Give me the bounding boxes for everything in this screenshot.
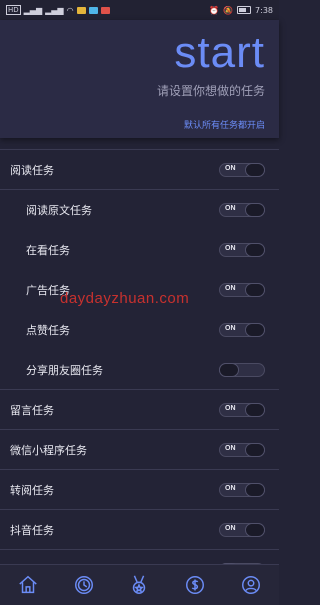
toggle-knob <box>245 283 265 297</box>
task-toggle[interactable]: ON <box>219 203 265 217</box>
task-row: 抖音任务 ON <box>0 512 279 548</box>
toggle-knob <box>219 363 239 377</box>
row-divider <box>0 549 279 550</box>
task-row: 微信小程序任务 ON <box>0 432 279 468</box>
toggle-knob <box>245 243 265 257</box>
app-icon <box>76 6 86 14</box>
task-row: 阅读原文任务 ON <box>0 192 279 228</box>
row-divider <box>0 429 279 430</box>
alarm-icon: ⏰ <box>209 5 220 15</box>
page-title: start <box>174 28 265 77</box>
toggle-label: ON <box>225 485 236 492</box>
status-time: 7:38 <box>255 5 273 15</box>
hd-icon: HD <box>6 5 21 15</box>
toggle-label: ON <box>225 285 236 292</box>
medal-icon <box>133 575 146 594</box>
task-toggle[interactable]: ON <box>219 283 265 297</box>
task-toggle[interactable]: ON <box>219 403 265 417</box>
task-row: 阅读任务 ON <box>0 152 279 188</box>
task-toggle[interactable]: ON <box>219 243 265 257</box>
toggle-knob <box>245 323 265 337</box>
toggle-label: ON <box>225 245 236 252</box>
task-list: 关注任务ON阅读任务ON阅读原文任务ON在看任务ON广告任务ON点赞任务ON分享… <box>0 128 279 564</box>
tab-clock[interactable] <box>70 571 98 599</box>
tab-bar <box>0 564 279 605</box>
home-icon <box>19 575 37 594</box>
task-row: 抖音广告任务 <box>0 552 279 564</box>
task-row: 在看任务 ON <box>0 232 279 268</box>
task-toggle[interactable]: ON <box>219 323 265 337</box>
task-label: 点赞任务 <box>26 324 70 337</box>
task-row: 点赞任务 ON <box>0 312 279 348</box>
task-row: 留言任务 ON <box>0 392 279 428</box>
task-toggle[interactable]: ON <box>219 483 265 497</box>
task-toggle[interactable]: ON <box>219 443 265 457</box>
task-label: 留言任务 <box>10 404 54 417</box>
toggle-label: ON <box>225 445 236 452</box>
task-label: 阅读原文任务 <box>26 204 92 217</box>
task-label: 阅读任务 <box>10 164 54 177</box>
task-label: 分享朋友圈任务 <box>26 364 103 377</box>
toggle-label: ON <box>225 205 236 212</box>
task-toggle[interactable]: ON <box>219 163 265 177</box>
page-subtitle: 请设置你想做的任务 <box>156 84 265 98</box>
tab-home[interactable] <box>14 571 42 599</box>
row-divider <box>0 189 279 190</box>
toggle-label: ON <box>225 525 236 532</box>
task-label: 微信小程序任务 <box>10 444 87 457</box>
app-icon <box>88 6 98 14</box>
status-left-icons: HD ▂▄▆ ▂▄▆ ◠ <box>6 5 110 15</box>
row-divider <box>0 469 279 470</box>
task-label: 在看任务 <box>26 244 70 257</box>
task-toggle[interactable]: ON <box>219 523 265 537</box>
watermark-text: daydayzhuan.com <box>60 290 190 307</box>
tab-medal[interactable] <box>125 571 153 599</box>
user-icon <box>242 576 261 594</box>
task-label: 抖音任务 <box>10 524 54 537</box>
toggle-knob <box>245 483 265 497</box>
mute-icon: 🔕 <box>223 5 234 15</box>
row-divider <box>0 389 279 390</box>
signal-icon: ▂▄▆ <box>23 5 43 15</box>
tab-dollar[interactable] <box>181 571 209 599</box>
wifi-icon: ◠ <box>66 5 74 15</box>
toggle-knob <box>245 443 265 457</box>
battery-icon <box>237 6 252 14</box>
toggle-knob <box>245 523 265 537</box>
toggle-knob <box>245 403 265 417</box>
task-row: 转阅任务 ON <box>0 472 279 508</box>
clock-icon <box>74 576 93 594</box>
tab-user[interactable] <box>237 571 265 599</box>
status-right-icons: ⏰ 🔕 7:38 <box>209 6 273 15</box>
row-divider <box>0 149 279 150</box>
toggle-label: ON <box>225 405 236 412</box>
toggle-label: ON <box>225 165 236 172</box>
app-icon <box>100 6 110 14</box>
row-divider <box>0 509 279 510</box>
task-label: 转阅任务 <box>10 484 54 497</box>
toggle-knob <box>245 203 265 217</box>
toggle-knob <box>245 163 265 177</box>
header: start 请设置你想做的任务 默认所有任务都开启 <box>0 20 279 138</box>
status-bar: HD ▂▄▆ ▂▄▆ ◠ ⏰ 🔕 7:38 <box>0 0 279 20</box>
signal-icon: ▂▄▆ <box>45 5 64 15</box>
task-row: 分享朋友圈任务 <box>0 352 279 388</box>
toggle-label: ON <box>225 325 236 332</box>
task-toggle[interactable] <box>219 363 265 377</box>
dollar-icon <box>186 576 205 594</box>
enable-all-link[interactable]: 默认所有任务都开启 <box>184 118 265 131</box>
